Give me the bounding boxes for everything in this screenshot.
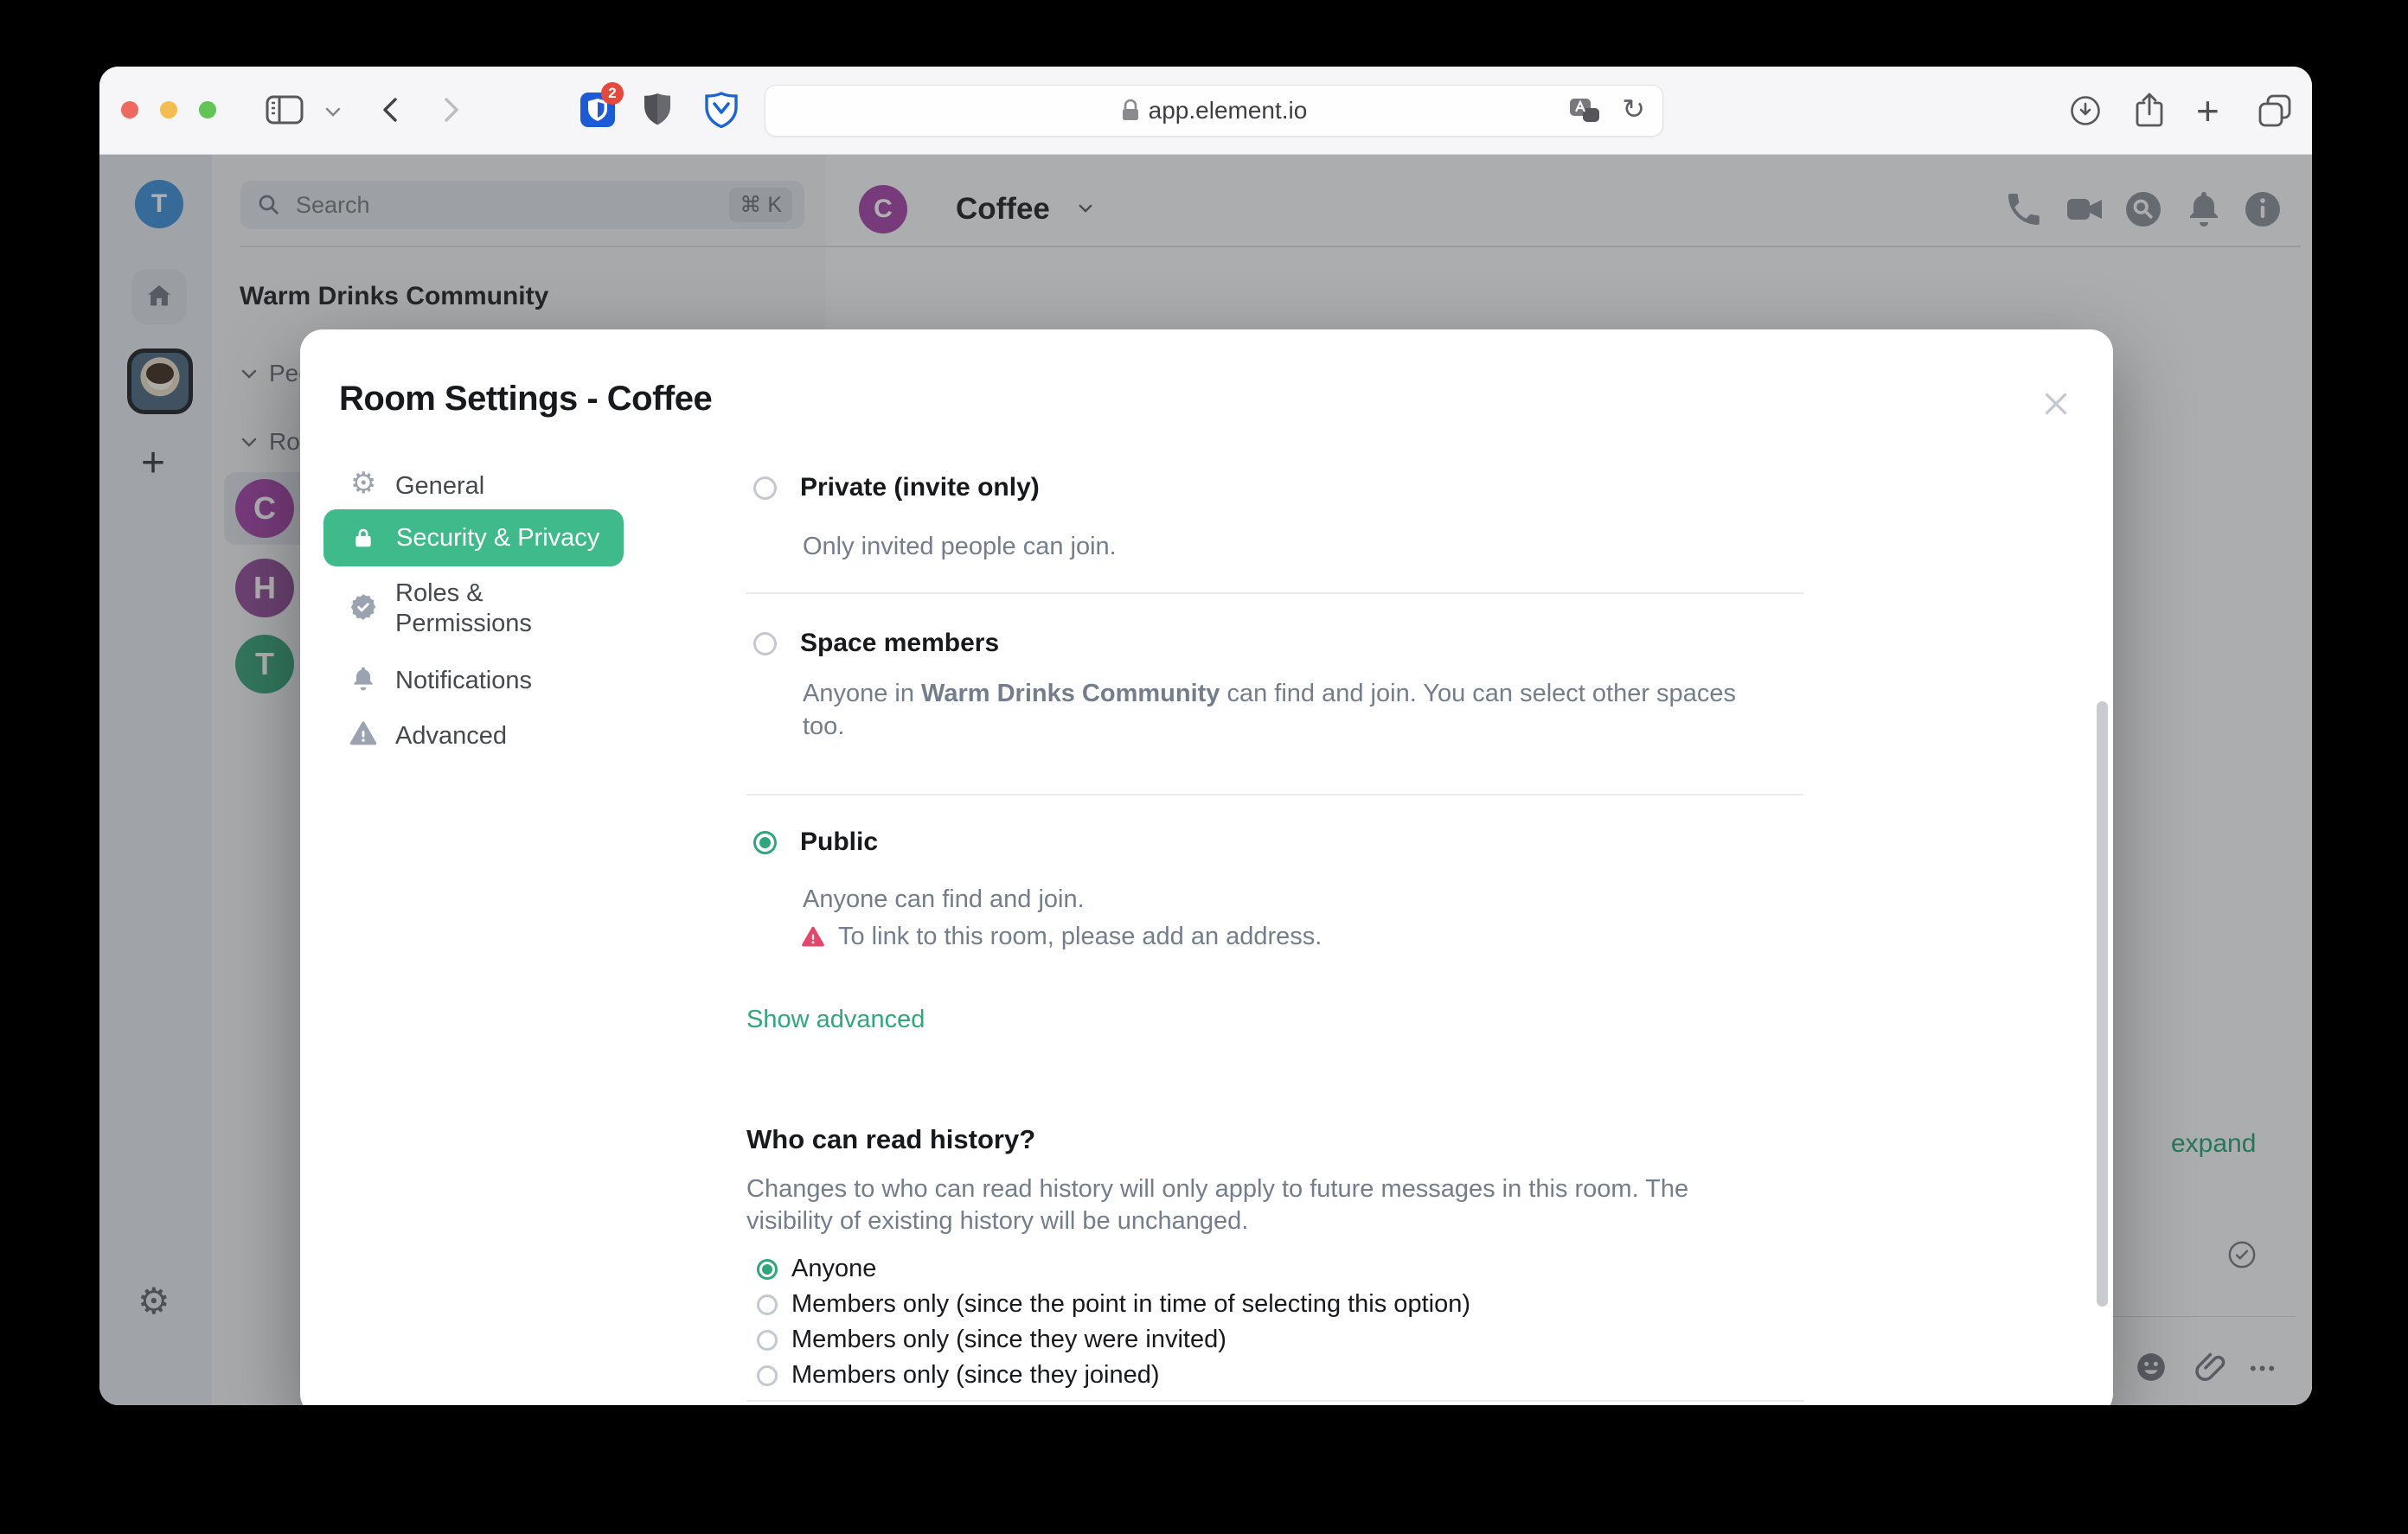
minimize-window-button[interactable] <box>160 101 177 118</box>
url-text: app.element.io <box>1148 97 1308 124</box>
safari-window: 2 app.element.io ↻ + T + ⚙ Search ⌘ K Wa… <box>99 67 2312 1405</box>
translate-icon[interactable] <box>1569 98 1600 125</box>
private-option-title[interactable]: Private (invite only) <box>800 473 1040 502</box>
radio-anyone[interactable] <box>757 1258 778 1280</box>
element-app: T + ⚙ ⌘ K Warm Drinks Community People <box>99 154 2312 1405</box>
close-icon[interactable] <box>2040 388 2072 419</box>
reload-icon[interactable]: ↻ <box>1622 93 1645 125</box>
radio-members-selecting[interactable] <box>757 1294 778 1315</box>
space-name-bold: Warm Drinks Community <box>921 680 1220 707</box>
sidebar-menu-chevron-icon[interactable] <box>325 107 341 117</box>
roles-badge-icon <box>350 594 376 620</box>
tab-security-privacy[interactable]: Security & Privacy <box>323 509 624 566</box>
tab-roles-permissions[interactable]: Roles & Permissions <box>395 578 612 639</box>
private-option-description: Only invited people can join. <box>803 533 1117 560</box>
new-tab-button[interactable]: + <box>2196 87 2219 134</box>
space-members-option-description: Anyone in Warm Drinks Community can find… <box>803 677 1754 743</box>
zoom-window-button[interactable] <box>199 101 216 118</box>
warning-triangle-icon <box>802 926 824 946</box>
history-option-members-selecting[interactable]: Members only (since the point in time of… <box>757 1287 1470 1322</box>
warning-triangle-icon <box>349 721 377 745</box>
bitwarden-extension-button[interactable]: 2 <box>580 82 624 127</box>
tab-general[interactable]: General <box>395 472 484 501</box>
history-heading: Who can read history? <box>746 1124 1036 1154</box>
tab-notifications[interactable]: Notifications <box>395 667 532 695</box>
tab-overview-button[interactable] <box>2257 93 2293 129</box>
address-bar[interactable]: app.element.io ↻ <box>765 85 1663 137</box>
extension-badge: 2 <box>601 82 624 105</box>
divider <box>746 1400 1803 1402</box>
history-option-anyone[interactable]: Anyone <box>757 1251 1470 1287</box>
history-option-members-invited[interactable]: Members only (since they were invited) <box>757 1322 1470 1358</box>
radio-members-joined[interactable] <box>757 1365 778 1386</box>
forward-button[interactable] <box>442 97 461 123</box>
radio-members-invited[interactable] <box>757 1329 778 1351</box>
option-label: Members only (since they were invited) <box>791 1326 1226 1353</box>
share-button[interactable] <box>2134 91 2165 129</box>
divider <box>746 592 1803 594</box>
room-settings-dialog: Room Settings - Coffee ⚙ General Securit… <box>300 329 2113 1405</box>
history-description: Changes to who can read history will onl… <box>746 1175 1689 1235</box>
desc-prefix: Anyone in <box>803 680 922 707</box>
history-option-members-joined[interactable]: Members only (since they joined) <box>757 1358 1470 1393</box>
browser-toolbar: 2 app.element.io ↻ + <box>99 67 2312 155</box>
public-option-description: Anyone can find and join. <box>803 885 1085 913</box>
sidebar-toggle-icon[interactable] <box>266 95 304 125</box>
back-button[interactable] <box>381 97 400 123</box>
history-options: Anyone Members only (since the point in … <box>757 1251 1470 1393</box>
address-warning: To link to this room, please add an addr… <box>800 923 1322 951</box>
option-label: Members only (since they joined) <box>791 1361 1160 1389</box>
modal-scrollbar[interactable] <box>2097 701 2108 1307</box>
tab-advanced[interactable]: Advanced <box>395 722 507 751</box>
close-window-button[interactable] <box>121 101 138 118</box>
divider <box>746 794 1803 796</box>
downloads-button[interactable] <box>2070 95 2101 126</box>
screen: 2 app.element.io ↻ + T + ⚙ Search ⌘ K Wa… <box>0 0 2408 1534</box>
radio-public[interactable] <box>753 831 777 854</box>
show-advanced-link[interactable]: Show advanced <box>746 1006 925 1034</box>
public-option-title[interactable]: Public <box>800 828 878 857</box>
lock-icon <box>1122 99 1138 120</box>
lock-icon <box>355 528 371 547</box>
shield-v-extension-button[interactable] <box>704 92 739 128</box>
space-members-option-title[interactable]: Space members <box>800 629 999 658</box>
radio-private[interactable] <box>753 476 777 500</box>
warning-text: To link to this room, please add an addr… <box>838 923 1322 950</box>
bell-icon <box>354 667 373 691</box>
tab-label: Security & Privacy <box>396 523 600 552</box>
dialog-title: Room Settings - Coffee <box>339 380 713 418</box>
option-label: Members only (since the point in time of… <box>791 1290 1470 1318</box>
radio-space-members[interactable] <box>753 632 777 655</box>
general-tab-gear-icon: ⚙ <box>350 467 377 500</box>
option-label: Anyone <box>791 1255 877 1282</box>
adguard-extension-button[interactable] <box>644 93 671 127</box>
